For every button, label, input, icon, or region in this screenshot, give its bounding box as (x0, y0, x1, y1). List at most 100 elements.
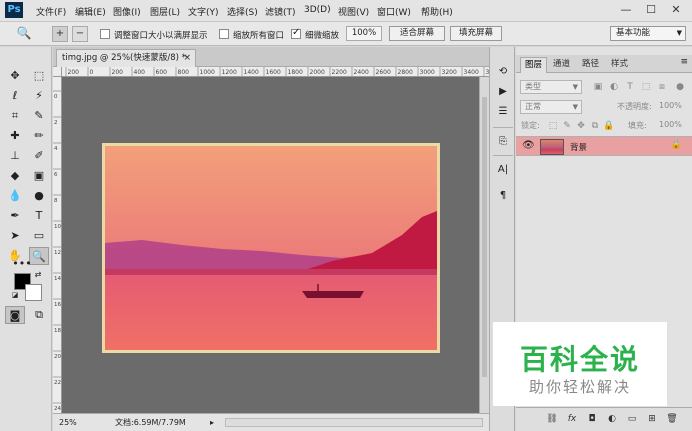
document-tab[interactable]: timg.jpg @ 25%(快速蒙版/8) * × (56, 49, 196, 67)
lock-transparent-icon[interactable]: ⬚ (547, 120, 559, 132)
lock-pixels-icon[interactable]: ✎ (561, 120, 573, 132)
layer-name[interactable]: 背景 (570, 141, 587, 153)
status-menu-arrow-icon[interactable]: ▸ (210, 416, 214, 429)
menu-window[interactable]: 窗口(W) (377, 5, 411, 18)
lock-all-icon[interactable]: 🔒 (603, 120, 615, 132)
history-panel-icon[interactable]: ⟲ (493, 63, 513, 81)
filter-pixel-icon[interactable]: ▣ (592, 81, 604, 93)
vertical-scrollbar[interactable] (479, 77, 489, 413)
menu-help[interactable]: 帮助(H) (421, 5, 453, 18)
shape-tool-icon[interactable]: ▭ (29, 227, 49, 245)
horizontal-ruler[interactable]: 200 0 200 400 600 800 1000 1200 1400 1600 1800 2000… (62, 67, 489, 77)
menu-select[interactable]: 选择(S) (227, 5, 258, 18)
blend-mode-select[interactable]: 正常 ▼ (520, 100, 582, 114)
marquee-tool-icon[interactable]: ⬚ (29, 67, 49, 85)
close-window-button[interactable]: ✕ (665, 1, 687, 19)
path-selection-icon[interactable]: ➤ (5, 227, 25, 245)
menu-image[interactable]: 图像(I) (113, 5, 141, 18)
tab-channels[interactable]: 通道 (549, 57, 574, 73)
zoom-out-icon[interactable]: − (72, 26, 88, 42)
filter-shape-icon[interactable]: ⬚ (640, 81, 652, 93)
gradient-tool-icon[interactable]: ▣ (29, 167, 49, 185)
menu-edit[interactable]: 编辑(E) (75, 5, 106, 18)
pen-tool-icon[interactable]: ✒ (5, 207, 25, 225)
lock-artboard-icon[interactable]: ⧉ (589, 120, 601, 132)
layer-row-background[interactable]: 👁 背景 🔒 (516, 136, 692, 156)
filter-smart-object-icon[interactable]: ⧈ (656, 81, 668, 93)
layer-kind-filter[interactable]: 类型 ▼ (520, 80, 582, 94)
fit-screen-button[interactable]: 适合屏幕 (389, 26, 445, 41)
minimize-button[interactable]: — (615, 1, 637, 19)
healing-brush-icon[interactable]: ✚ (5, 127, 25, 145)
fill-screen-button[interactable]: 填充屏幕 (450, 26, 502, 41)
blur-tool-icon[interactable]: 💧 (5, 187, 25, 205)
close-document-icon[interactable]: × (183, 50, 191, 66)
group-icon[interactable]: ▭ (626, 413, 638, 425)
lasso-tool-icon[interactable]: ℓ (5, 87, 25, 105)
quick-mask-icon[interactable]: ◙ (5, 306, 25, 324)
scrubby-zoom-checkbox[interactable] (291, 27, 301, 39)
actions-panel-icon[interactable]: ▶ (493, 83, 513, 101)
zoom-level-field[interactable]: 25% (59, 416, 89, 429)
fill-value[interactable]: 100% (659, 120, 682, 129)
panel-menu-icon[interactable]: ≡ (680, 57, 688, 67)
zoom-percent-field[interactable]: 100% (346, 26, 382, 41)
scrollbar-thumb[interactable] (482, 97, 487, 377)
watermark-title: 百科全说 (519, 343, 640, 376)
zoom-tool-preset-icon[interactable]: 🔍 (16, 26, 32, 42)
history-brush-icon[interactable]: ✐ (29, 147, 49, 165)
zoom-tool-icon[interactable]: 🔍 (29, 247, 49, 265)
menu-3d[interactable]: 3D(D) (304, 5, 331, 15)
menu-filter[interactable]: 滤镜(T) (265, 5, 296, 18)
menu-layer[interactable]: 图层(L) (150, 5, 180, 18)
menu-file[interactable]: 文件(F) (36, 5, 66, 18)
workspace-value: 基本功能 (616, 28, 651, 38)
divider (493, 155, 513, 156)
lock-position-icon[interactable]: ✥ (575, 120, 587, 132)
maximize-button[interactable]: ☐ (640, 1, 662, 19)
swap-colors-icon[interactable]: ⇄ (32, 269, 44, 281)
screen-mode-icon[interactable]: ⧉ (29, 306, 49, 324)
magic-wand-icon[interactable]: ⚡ (29, 87, 49, 105)
move-tool-icon[interactable]: ✥ (5, 67, 25, 85)
new-layer-icon[interactable]: ⊞ (646, 413, 658, 425)
more-tools-icon[interactable]: ••• (12, 255, 32, 273)
ruler-origin[interactable] (53, 67, 62, 77)
tab-paths[interactable]: 路径 (578, 57, 603, 73)
opacity-value[interactable]: 100% (659, 101, 682, 110)
eraser-icon[interactable]: ◆ (5, 167, 25, 185)
eye-icon[interactable]: 👁 (522, 140, 535, 152)
workspace-select[interactable]: 基本功能 ▼ (610, 26, 686, 41)
character-panel-icon[interactable]: A| (493, 161, 513, 179)
crop-tool-icon[interactable]: ⌗ (5, 107, 25, 125)
properties-panel-icon[interactable]: ☰ (493, 103, 513, 121)
clone-stamp-icon[interactable]: ⊥ (5, 147, 25, 165)
zoom-in-icon[interactable]: + (52, 26, 68, 42)
link-icon[interactable]: ⛓ (546, 413, 558, 425)
mask-icon[interactable]: ◘ (586, 413, 598, 425)
resize-windows-checkbox[interactable] (100, 29, 110, 39)
eyedropper-icon[interactable]: ✎ (29, 107, 49, 125)
tab-styles[interactable]: 样式 (607, 57, 632, 73)
paragraph-panel-icon[interactable]: ¶ (493, 187, 513, 205)
zoom-all-windows-checkbox[interactable] (219, 29, 229, 39)
brush-tool-icon[interactable]: ✏ (29, 127, 49, 145)
default-colors-icon[interactable]: ◪ (10, 290, 20, 300)
horizontal-scrollbar[interactable] (225, 418, 483, 427)
filter-adjustment-icon[interactable]: ◐ (608, 81, 620, 93)
filter-type-icon[interactable]: T (624, 81, 636, 93)
clone-source-icon[interactable]: ⎘ (493, 133, 513, 151)
menu-type[interactable]: 文字(Y) (188, 5, 219, 18)
ruler-tick-label: 2200 (332, 69, 347, 76)
fx-icon[interactable]: fx (566, 413, 578, 425)
trash-icon[interactable]: 🗑 (666, 413, 678, 425)
dodge-tool-icon[interactable]: ● (29, 187, 49, 205)
background-color-swatch[interactable] (25, 284, 42, 301)
tab-layers[interactable]: 图层 (520, 57, 548, 73)
menu-view[interactable]: 视图(V) (338, 5, 369, 18)
canvas-area[interactable] (62, 77, 489, 413)
adjustment-icon[interactable]: ◐ (606, 413, 618, 425)
vertical-ruler[interactable]: 0 2 4 6 8 10 12 14 16 18 20 22 24 (53, 77, 62, 413)
type-tool-icon[interactable]: T (29, 207, 49, 225)
filter-toggle-icon[interactable]: ● (674, 81, 686, 93)
